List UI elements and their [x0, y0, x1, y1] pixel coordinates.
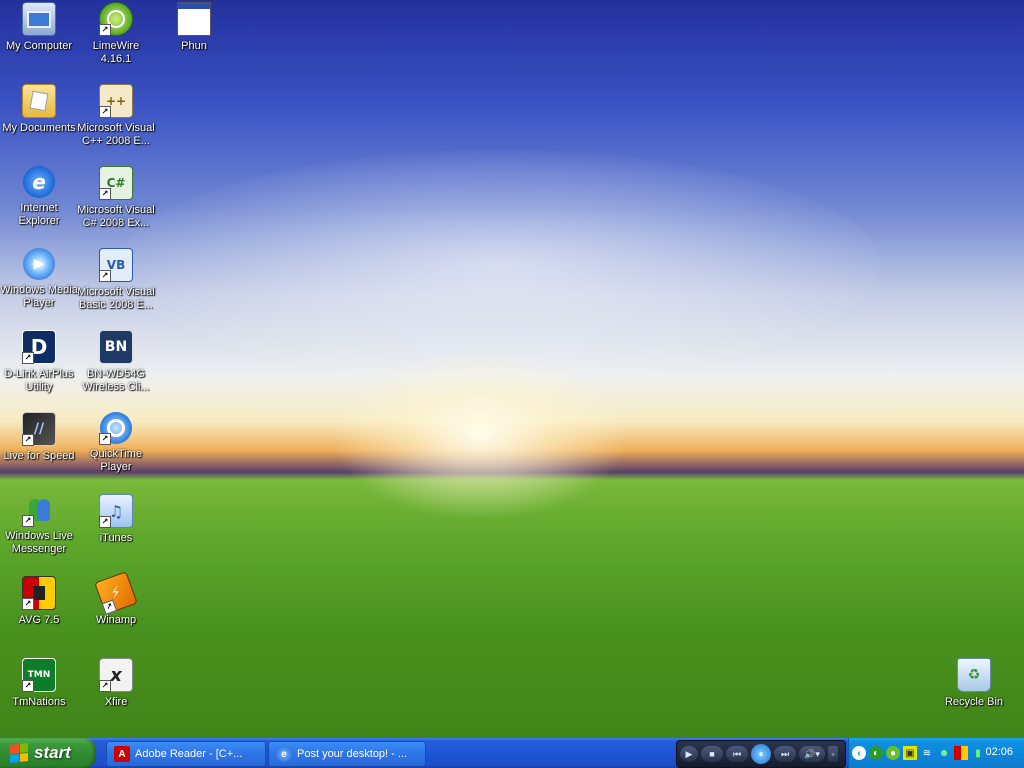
phun-icon [177, 2, 211, 36]
tray-app-icon[interactable]: ▣ [903, 746, 917, 760]
desktop-icon-tmnations[interactable]: TMN ↗ TmNations [0, 658, 79, 709]
avg-icon: ↗ [22, 576, 56, 610]
desktop-icon-bn-wireless[interactable]: BN BN-WD54G Wireless Cli... [76, 330, 156, 394]
desktop-icon-visual-csharp[interactable]: C# ↗ Microsoft Visual C# 2008 Ex... [76, 166, 156, 230]
live-for-speed-icon: // ↗ [22, 412, 56, 446]
visual-basic-icon: VB ↗ [99, 248, 133, 282]
media-player-icon: ▶ [23, 248, 55, 280]
media-play-button[interactable]: ▶ [680, 746, 698, 762]
folder-icon [22, 84, 56, 118]
messenger-tray-icon[interactable]: ☻ [937, 746, 951, 760]
xfire-glyph: x [110, 664, 122, 686]
tray-expand-button[interactable]: ‹ [852, 746, 866, 760]
bn-wireless-icon: BN [99, 330, 133, 364]
network-signal-tray-icon[interactable]: ▮ [971, 746, 985, 760]
internet-explorer-icon: e [276, 746, 292, 762]
avg-shield-tray-icon[interactable] [954, 746, 968, 760]
task-label: Adobe Reader - [C+... [135, 748, 243, 760]
shortcut-arrow-icon: ↗ [99, 270, 111, 282]
shortcut-arrow-icon: ↗ [22, 434, 34, 446]
desktop-icon-recycle-bin[interactable]: ♻ Recycle Bin [934, 658, 1014, 709]
adobe-reader-icon: A [114, 746, 130, 762]
start-button[interactable]: start [0, 738, 96, 768]
desktop-icon-my-documents[interactable]: My Documents [0, 84, 79, 135]
limewire-icon: ↗ [99, 2, 133, 36]
desktop-icon-my-computer[interactable]: My Computer [0, 2, 79, 53]
desktop-icon-winamp[interactable]: ⚡ ↗ Winamp [76, 571, 156, 627]
limewire-tray-icon[interactable]: ● [886, 746, 900, 760]
taskbar-clock[interactable]: 02:06 [985, 746, 1013, 758]
shortcut-arrow-icon: ↗ [101, 599, 118, 615]
task-button-internet-explorer[interactable]: e Post your desktop! - ... [268, 741, 426, 767]
media-pause-button[interactable]: ⏸ [751, 744, 771, 764]
taskbar: start A Adobe Reader - [C+... e Post you… [0, 738, 1024, 768]
desktop-icon-live-for-speed[interactable]: // ↗ Live for Speed [0, 412, 79, 463]
bn-wireless-glyph: BN [104, 339, 128, 355]
desktop-icon-quicktime[interactable]: ↗ QuickTime Player [76, 412, 156, 474]
shortcut-arrow-icon: ↗ [99, 188, 111, 200]
desktop-icon-windows-media-player[interactable]: ▶ Windows Media Player [0, 248, 79, 310]
windows-logo-icon [10, 743, 28, 763]
cloud-band [120, 150, 880, 380]
media-stop-button[interactable]: ■ [701, 746, 723, 762]
desktop-icon-itunes[interactable]: ♫ ↗ iTunes [76, 494, 156, 545]
media-player-toolbar: ▶ ■ ⏮ ⏸ ⏭ 🔊▾ ▫ [676, 740, 846, 768]
desktop-icon-internet-explorer[interactable]: e Internet Explorer [0, 166, 79, 228]
tmnations-glyph: TMN [27, 670, 51, 680]
media-previous-button[interactable]: ⏮ [726, 746, 748, 762]
desktop-icon-xfire[interactable]: x ↗ Xfire [76, 658, 156, 709]
shortcut-arrow-icon: ↗ [99, 433, 111, 445]
desktop-icon-visual-basic[interactable]: VB ↗ Microsoft Visual Basic 2008 E... [76, 248, 156, 312]
desktop-icon-visual-cpp[interactable]: ++ ↗ Microsoft Visual C++ 2008 E... [76, 84, 156, 148]
media-volume-button[interactable]: 🔊▾ [799, 746, 825, 762]
sunset-glow [330, 350, 630, 520]
shortcut-arrow-icon: ↗ [22, 515, 34, 527]
shortcut-arrow-icon: ↗ [99, 680, 111, 692]
live-for-speed-glyph: // [33, 421, 45, 437]
task-label: Post your desktop! - ... [297, 748, 408, 760]
visual-csharp-icon: C# ↗ [99, 166, 133, 200]
quicktime-icon: ↗ [99, 412, 132, 445]
internet-explorer-icon: e [23, 166, 55, 198]
shortcut-arrow-icon: ↗ [22, 680, 34, 692]
recycle-bin-icon: ♻ [957, 658, 991, 692]
messenger-icon: ↗ [22, 494, 55, 527]
tmnations-icon: TMN ↗ [22, 658, 56, 692]
shortcut-arrow-icon: ↗ [22, 598, 34, 610]
xfire-icon: x ↗ [99, 658, 133, 692]
wireless-signal-tray-icon[interactable]: ≋ [920, 746, 934, 760]
desktop-icon-windows-live-messenger[interactable]: ↗ Windows Live Messenger [0, 494, 79, 556]
system-tray: ‹ ◐ ● ▣ ≋ ☻ ▮ 02:06 [848, 738, 1024, 768]
desktop-icon-limewire[interactable]: ↗ LimeWire 4.16.1 [76, 2, 156, 66]
itunes-icon: ♫ ↗ [99, 494, 133, 528]
dlink-icon: D ↗ [22, 330, 56, 364]
desktop-icon-avg[interactable]: ↗ AVG 7.5 [0, 576, 79, 627]
computer-icon [22, 2, 56, 36]
visual-cpp-icon: ++ ↗ [99, 84, 133, 118]
desktop: My Computer My Documents e Internet Expl… [0, 0, 1024, 738]
desktop-icon-phun[interactable]: Phun [154, 2, 234, 53]
shortcut-arrow-icon: ↗ [99, 516, 111, 528]
shortcut-arrow-icon: ↗ [99, 24, 111, 36]
avg-tray-icon[interactable]: ◐ [869, 746, 883, 760]
desktop-icon-dlink[interactable]: D ↗ D-Link AirPlus Utility [0, 330, 79, 394]
media-restore-icon[interactable]: ▫ [828, 746, 838, 762]
media-next-button[interactable]: ⏭ [774, 746, 796, 762]
start-label: start [34, 743, 71, 762]
shortcut-arrow-icon: ↗ [22, 352, 34, 364]
shortcut-arrow-icon: ↗ [99, 106, 111, 118]
task-button-adobe-reader[interactable]: A Adobe Reader - [C+... [106, 741, 266, 767]
winamp-icon: ⚡ ↗ [94, 571, 138, 615]
